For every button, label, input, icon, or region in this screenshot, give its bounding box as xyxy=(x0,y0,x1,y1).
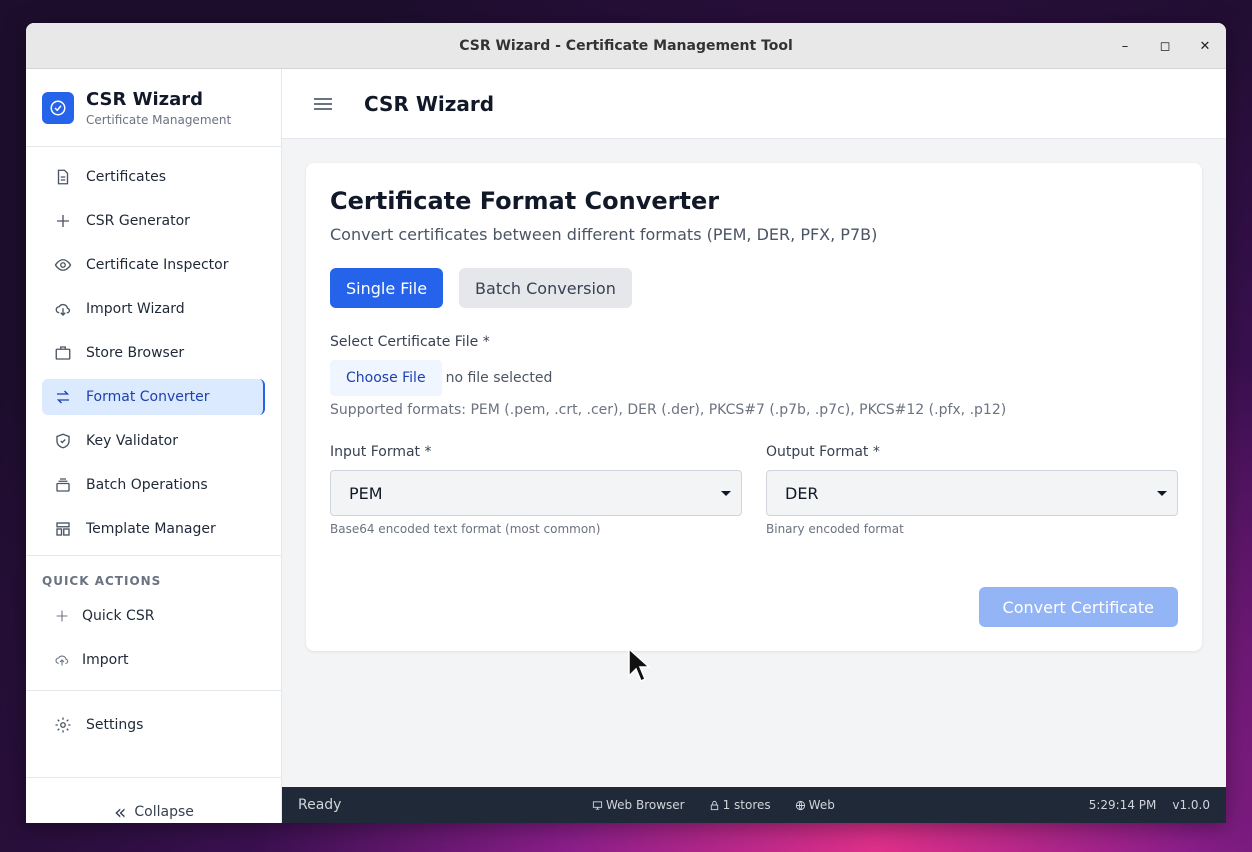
sidebar-item-settings[interactable]: Settings xyxy=(42,707,265,743)
quick-actions-title: QUICK ACTIONS xyxy=(42,574,162,588)
collapse-label: Collapse xyxy=(134,803,194,820)
sidebar-item-label: Template Manager xyxy=(86,521,216,537)
status-platform: Web Browser xyxy=(592,798,685,812)
tab-single-file[interactable]: Single File xyxy=(330,268,444,308)
output-format-hint: Binary encoded format xyxy=(766,522,904,536)
page-title: CSR Wizard xyxy=(364,91,495,116)
swap-icon xyxy=(56,390,70,404)
sidebar-item-batch-operations[interactable]: Batch Operations xyxy=(42,467,265,503)
chevron-down-icon xyxy=(1157,490,1167,496)
sidebar-item-label: Batch Operations xyxy=(86,477,208,493)
monitor-icon xyxy=(592,800,603,810)
title-bar: CSR Wizard - Certificate Management Tool… xyxy=(26,23,1226,69)
status-mode: Web xyxy=(795,798,835,812)
stack-icon xyxy=(56,478,70,492)
sidebar-item-certificate-inspector[interactable]: Certificate Inspector xyxy=(42,247,265,283)
brand-name: CSR Wizard xyxy=(86,88,204,110)
sidebar-item-label: Store Browser xyxy=(86,345,185,361)
app-window: CSR Wizard - Certificate Management Tool… xyxy=(26,23,1226,823)
choose-file-button[interactable]: Choose File xyxy=(330,360,442,396)
input-format-select[interactable]: PEM xyxy=(330,470,742,516)
sidebar-item-label: Certificates xyxy=(86,169,167,185)
collapse-button[interactable]: « Collapse xyxy=(26,777,282,823)
brand-subtitle: Certificate Management xyxy=(86,112,232,127)
sidebar-item-label: Format Converter xyxy=(86,389,210,405)
quick-action-import[interactable]: Import xyxy=(26,642,281,678)
plus-icon xyxy=(56,610,68,622)
quick-action-label: Quick CSR xyxy=(82,608,155,624)
maximize-icon[interactable]: ◻ xyxy=(1158,39,1172,54)
sidebar-item-template-manager[interactable]: Template Manager xyxy=(42,511,265,547)
hamburger-menu-icon[interactable] xyxy=(314,95,332,113)
output-format-select[interactable]: DER xyxy=(766,470,1178,516)
output-format-label: Output Format * xyxy=(766,444,880,460)
lock-icon xyxy=(710,800,718,810)
sidebar-item-certificates[interactable]: Certificates xyxy=(42,159,265,195)
file-label: Select Certificate File * xyxy=(330,334,490,350)
minimize-icon[interactable]: – xyxy=(1118,39,1132,54)
chevron-down-icon xyxy=(721,490,731,496)
briefcase-icon xyxy=(55,346,71,360)
input-format-label: Input Format * xyxy=(330,444,432,460)
file-status: no file selected xyxy=(445,370,553,386)
sidebar-item-format-converter[interactable]: Format Converter xyxy=(42,379,265,415)
quick-action-quick-csr[interactable]: Quick CSR xyxy=(26,598,281,634)
converter-title: Certificate Format Converter xyxy=(330,187,720,215)
quick-action-label: Import xyxy=(82,652,129,668)
shield-check-icon xyxy=(56,433,70,449)
brand: CSR Wizard Certificate Management xyxy=(26,69,281,147)
mouse-cursor-icon xyxy=(628,648,651,683)
sidebar-item-csr-generator[interactable]: CSR Generator xyxy=(42,203,265,239)
close-icon[interactable]: ✕ xyxy=(1198,39,1212,54)
cloud-download-icon xyxy=(55,303,71,316)
converter-card: Certificate Format Converter Convert cer… xyxy=(306,163,1202,651)
sidebar-item-label: CSR Generator xyxy=(86,213,190,229)
window-controls: – ◻ ✕ xyxy=(1118,23,1212,69)
status-bar: Ready Web Browser 1 stores Web 5:29:14 P… xyxy=(282,787,1226,823)
main-content: CSR Wizard Certificate Format Converter … xyxy=(282,69,1226,787)
output-format-value: DER xyxy=(785,483,819,503)
sidebar-item-store-browser[interactable]: Store Browser xyxy=(42,335,265,371)
chevrons-left-icon: « xyxy=(114,799,127,824)
sidebar: CSR Wizard Certificate Management Certif… xyxy=(26,69,282,823)
input-format-value: PEM xyxy=(349,483,383,503)
sidebar-item-import-wizard[interactable]: Import Wizard xyxy=(42,291,265,327)
sidebar-nav: Certificates CSR Generator Certificate I… xyxy=(26,147,281,547)
gear-icon xyxy=(55,717,71,733)
plus-icon xyxy=(57,215,69,227)
mode-tabs: Single File Batch Conversion xyxy=(330,268,1178,308)
sidebar-item-key-validator[interactable]: Key Validator xyxy=(42,423,265,459)
convert-certificate-button[interactable]: Convert Certificate xyxy=(978,587,1178,627)
status-version: v1.0.0 xyxy=(1172,798,1210,812)
eye-icon xyxy=(54,259,72,271)
status-time: 5:29:14 PM xyxy=(1088,798,1157,812)
sidebar-item-label: Key Validator xyxy=(86,433,178,449)
input-format-hint: Base64 encoded text format (most common) xyxy=(330,522,601,536)
document-icon xyxy=(57,169,69,185)
badge-check-icon xyxy=(42,91,74,124)
window-title: CSR Wizard - Certificate Management Tool xyxy=(459,37,793,54)
sidebar-item-label: Import Wizard xyxy=(86,301,185,317)
sidebar-item-label: Certificate Inspector xyxy=(86,257,229,273)
status-stores: 1 stores xyxy=(709,798,771,812)
globe-icon xyxy=(795,800,805,810)
cloud-upload-icon xyxy=(55,655,69,666)
format-selectors: Input Format * PEM Base64 encoded text f… xyxy=(330,444,1178,536)
top-bar: CSR Wizard xyxy=(282,69,1226,139)
tab-batch-conversion[interactable]: Batch Conversion xyxy=(459,268,632,308)
template-icon xyxy=(56,522,70,536)
sidebar-item-label: Settings xyxy=(86,717,144,733)
supported-formats-hint: Supported formats: PEM (.pem, .crt, .cer… xyxy=(330,402,1007,418)
status-text: Ready xyxy=(298,797,342,813)
converter-subtitle: Convert certificates between different f… xyxy=(330,225,878,244)
